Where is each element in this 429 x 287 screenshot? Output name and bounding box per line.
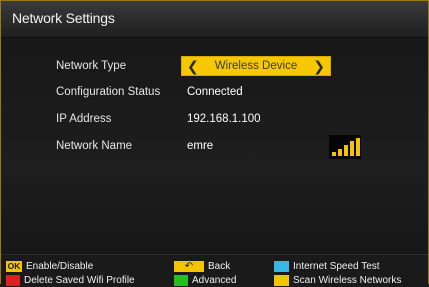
network-name-label: Network Name xyxy=(56,140,133,152)
red-key-icon xyxy=(6,275,20,286)
network-name-value: emre xyxy=(187,140,214,152)
network-type-selector[interactable]: ❮ Wireless Device ❯ xyxy=(181,56,331,76)
signal-bar xyxy=(350,141,354,156)
configuration-status-value: Connected xyxy=(187,86,243,98)
enable-disable-hint[interactable]: OK Enable/Disable xyxy=(6,260,93,273)
back-key-icon: ↶ xyxy=(174,261,204,272)
ok-key-icon: OK xyxy=(6,261,22,272)
speed-test-hint[interactable]: Internet Speed Test xyxy=(274,260,380,273)
back-label: Back xyxy=(208,261,231,272)
ip-address-label: IP Address xyxy=(56,113,112,125)
yellow-key-icon xyxy=(274,275,289,286)
back-hint[interactable]: ↶ Back xyxy=(174,260,230,273)
speed-test-label: Internet Speed Test xyxy=(293,261,380,272)
chevron-right-icon[interactable]: ❯ xyxy=(313,57,325,76)
blue-key-icon xyxy=(274,261,289,272)
enable-disable-label: Enable/Disable xyxy=(26,261,94,272)
scan-networks-label: Scan Wireless Networks xyxy=(293,275,402,286)
signal-strength-icon xyxy=(329,135,361,159)
delete-profile-label: Delete Saved Wifi Profile xyxy=(24,275,135,286)
signal-bar xyxy=(332,152,336,156)
signal-bar xyxy=(338,149,342,156)
signal-bar xyxy=(344,145,348,156)
network-type-value: Wireless Device xyxy=(214,60,298,72)
advanced-hint[interactable]: Advanced xyxy=(174,274,236,287)
footer-legend: OK Enable/Disable Delete Saved Wifi Prof… xyxy=(1,254,428,286)
signal-bar xyxy=(356,138,360,156)
configuration-status-label: Configuration Status xyxy=(56,86,161,98)
advanced-label: Advanced xyxy=(192,275,237,286)
network-type-label: Network Type xyxy=(56,60,127,72)
scan-networks-hint[interactable]: Scan Wireless Networks xyxy=(274,274,401,287)
network-settings-screen: Network Settings Network Type ❮ Wireless… xyxy=(0,0,429,286)
green-key-icon xyxy=(174,275,188,286)
ip-address-value: 192.168.1.100 xyxy=(187,113,261,125)
page-title: Network Settings xyxy=(12,10,115,26)
delete-profile-hint[interactable]: Delete Saved Wifi Profile xyxy=(6,274,135,287)
title-bar: Network Settings xyxy=(1,1,428,38)
